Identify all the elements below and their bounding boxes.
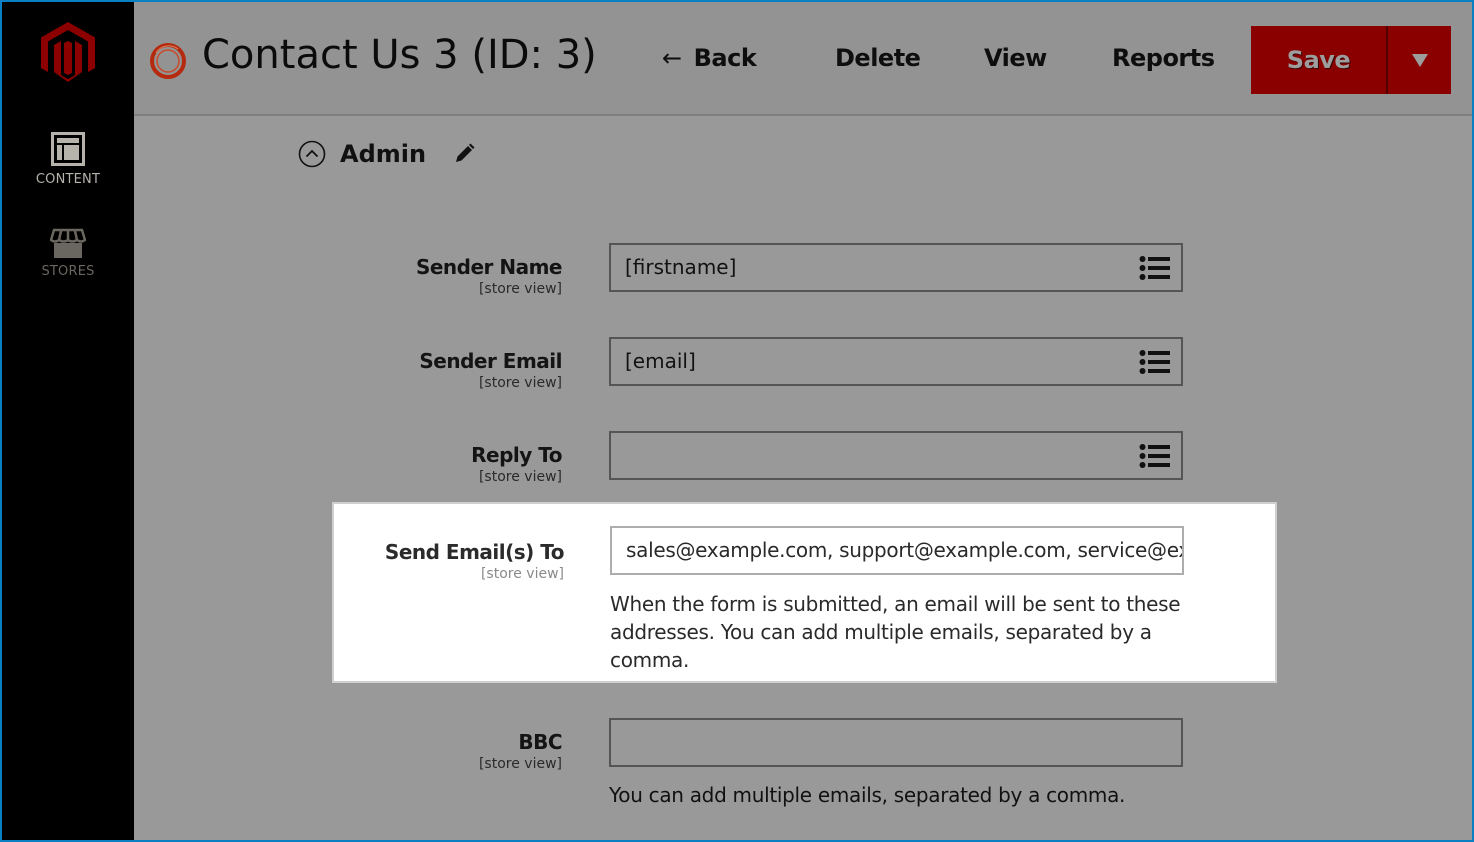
sidebar-item-label: STORES (41, 264, 95, 279)
reports-button[interactable]: Reports (1112, 44, 1215, 72)
reply-to-label: Reply To [store view] (332, 443, 562, 485)
bbc-input[interactable] (609, 718, 1183, 767)
insert-variable-icon[interactable] (1139, 349, 1171, 375)
field-scope: [store view] (478, 756, 562, 772)
magento-logo-icon[interactable] (41, 22, 95, 84)
pencil-icon[interactable] (452, 142, 476, 166)
page-header: Contact Us 3 (ID: 3) ← Back Delete View R… (134, 2, 1472, 116)
send-emails-to-note: When the form is submitted, an email wil… (610, 592, 1181, 672)
field-scope: [store view] (478, 281, 562, 297)
bbc-label: BBC [store view] (332, 730, 563, 772)
sidebar-item-label: CONTENT (35, 172, 101, 187)
form-ring-icon (150, 43, 186, 79)
layout-icon (51, 132, 85, 166)
bbc-note: You can add multiple emails, separated b… (609, 783, 1126, 807)
sender-name-label: Sender Name [store view] (332, 255, 563, 297)
save-split-button: Save (1251, 26, 1451, 94)
field-label: Sender Email (419, 349, 562, 373)
sender-email-input[interactable]: [email] (609, 337, 1183, 386)
field-value: [firstname] (625, 255, 737, 279)
sidebar-item-stores[interactable]: STORES (2, 228, 134, 279)
sender-email-label: Sender Email [store view] (332, 349, 562, 391)
field-value: sales@example.com, support@example.com, … (626, 538, 1182, 562)
chevron-up-circle-icon[interactable] (298, 140, 326, 168)
back-button[interactable]: ← Back (662, 44, 757, 72)
send-emails-to-highlight: Send Email(s) To [store view] sales@exam… (332, 502, 1277, 683)
back-label: Back (693, 44, 757, 72)
sidebar-item-content[interactable]: CONTENT (2, 132, 134, 187)
section-title: Admin (340, 140, 427, 168)
field-scope: [store view] (480, 566, 564, 582)
save-button[interactable]: Save (1251, 26, 1388, 94)
arrow-left-icon: ← (662, 44, 682, 72)
delete-button[interactable]: Delete (835, 44, 921, 72)
field-value: [email] (625, 349, 696, 373)
send-emails-to-label: Send Email(s) To [store view] (334, 540, 565, 582)
reply-to-input[interactable] (609, 431, 1183, 480)
field-label: Send Email(s) To (384, 540, 565, 564)
field-label: BBC (518, 730, 562, 754)
field-label: Sender Name (415, 255, 563, 279)
app-frame: CONTENT STORES Contact Us 3 (ID: 3) ← Bac… (2, 2, 1472, 840)
field-scope: [store view] (478, 469, 562, 485)
insert-variable-icon[interactable] (1139, 255, 1171, 281)
storefront-icon (50, 228, 86, 258)
sender-name-input[interactable]: [firstname] (609, 243, 1183, 292)
field-label: Reply To (471, 443, 562, 467)
caret-down-icon (1411, 53, 1428, 67)
page-title: Contact Us 3 (ID: 3) (202, 32, 597, 78)
send-emails-to-input[interactable]: sales@example.com, support@example.com, … (610, 526, 1184, 575)
admin-section-header[interactable]: Admin (298, 140, 476, 168)
admin-sidebar: CONTENT STORES (2, 2, 134, 840)
view-button[interactable]: View (984, 44, 1047, 72)
save-options-dropdown[interactable] (1388, 26, 1451, 94)
field-scope: [store view] (478, 375, 562, 391)
insert-variable-icon[interactable] (1139, 443, 1171, 469)
